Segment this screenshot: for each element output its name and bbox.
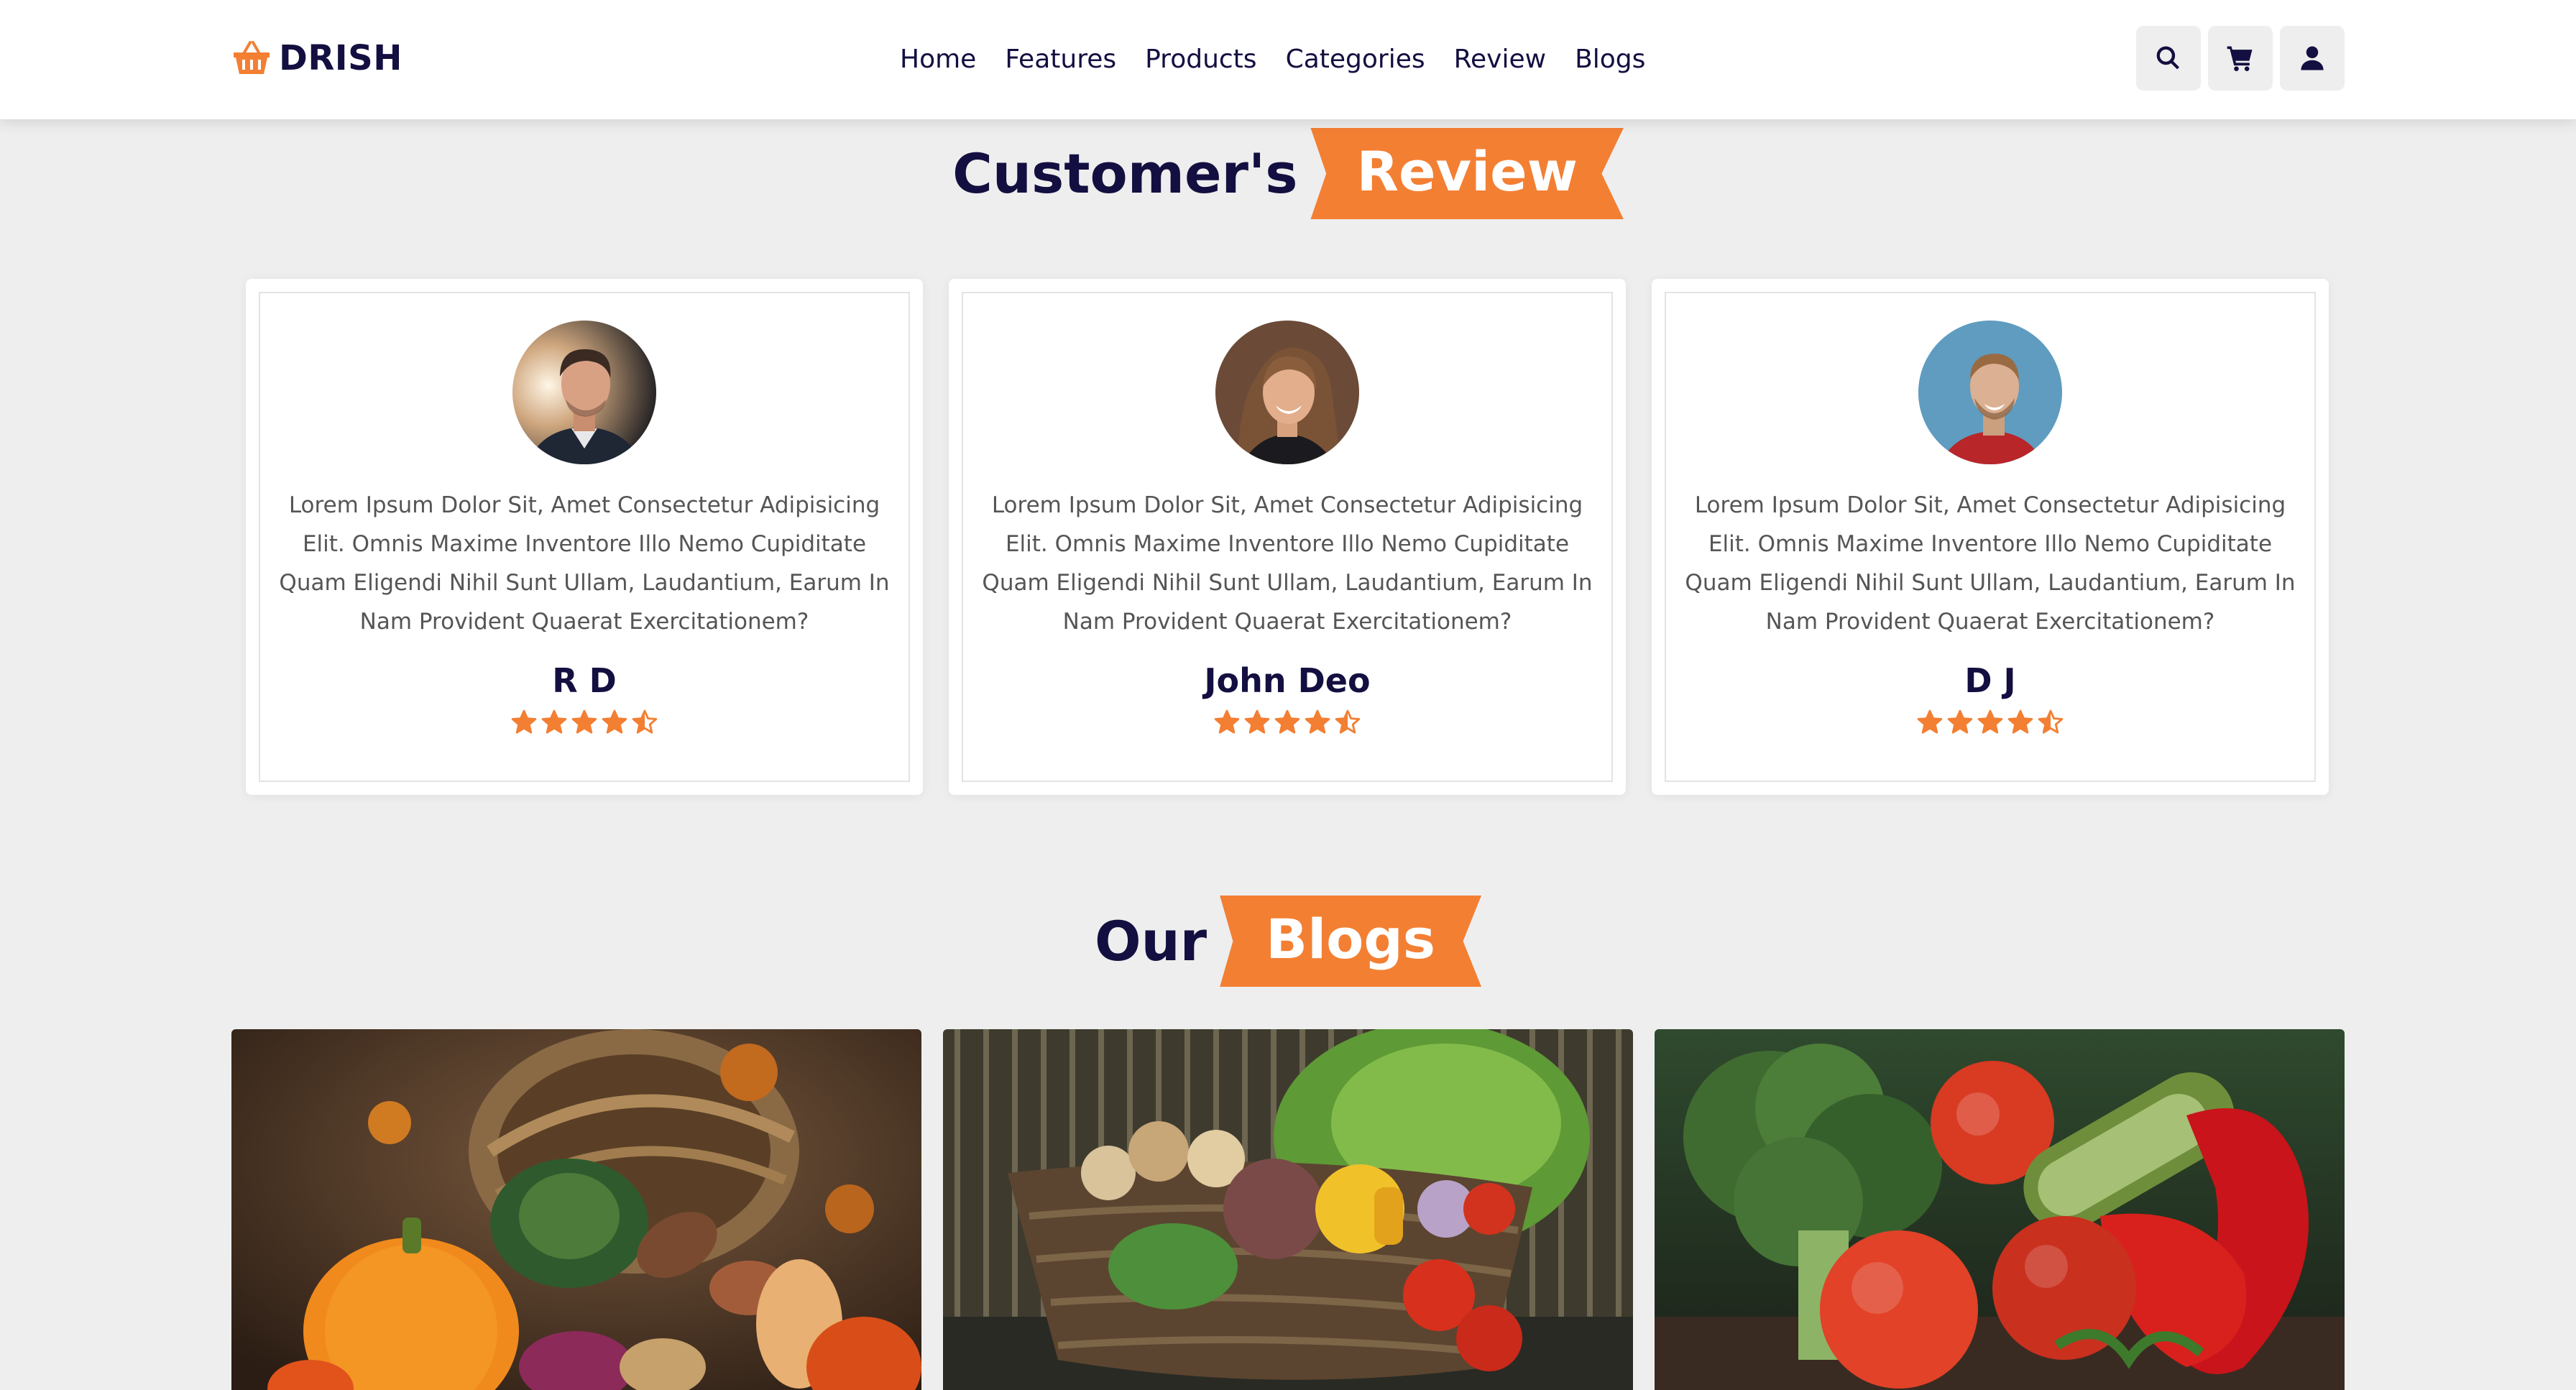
rating-stars — [1916, 709, 2064, 736]
reviews-row: Lorem Ipsum Dolor Sit, Amet Consectetur … — [246, 279, 2329, 795]
review-card: Lorem Ipsum Dolor Sit, Amet Consectetur … — [949, 279, 1626, 795]
star-full-icon — [1977, 709, 2003, 734]
user-button[interactable] — [2280, 26, 2345, 91]
blog-image[interactable] — [231, 1029, 921, 1390]
nav-products[interactable]: Products — [1145, 45, 1256, 74]
star-full-icon — [602, 709, 627, 734]
heading-plain: Our — [1094, 909, 1208, 973]
heading-highlight: Blogs — [1220, 896, 1482, 987]
star-full-icon — [1214, 709, 1240, 734]
logo-link[interactable]: DRISH — [231, 33, 402, 83]
search-icon — [2156, 46, 2180, 70]
review-card: Lorem Ipsum Dolor Sit, Amet Consectetur … — [1652, 279, 2329, 795]
review-card: Lorem Ipsum Dolor Sit, Amet Consectetur … — [246, 279, 923, 795]
star-half-icon — [2038, 709, 2064, 734]
star-full-icon — [511, 709, 537, 734]
rating-stars — [1213, 709, 1361, 736]
reviewer-name: R D — [552, 661, 617, 700]
nav-categories[interactable]: Categories — [1286, 45, 1425, 74]
avatar — [512, 321, 656, 464]
star-full-icon — [2007, 709, 2033, 734]
review-text: Lorem Ipsum Dolor Sit, Amet Consectetur … — [279, 492, 890, 635]
avatar — [1918, 321, 2062, 464]
blog-image[interactable] — [1655, 1029, 2345, 1390]
cart-icon — [2227, 46, 2253, 71]
blog-section-heading: Our Blogs — [0, 896, 2576, 987]
heading-highlight: Review — [1310, 128, 1624, 219]
star-full-icon — [541, 709, 567, 734]
header-icons — [2136, 26, 2345, 91]
star-half-icon — [1335, 709, 1361, 734]
star-half-icon — [632, 709, 658, 734]
rating-stars — [510, 709, 658, 736]
reviewer-name: D J — [1964, 661, 2016, 700]
header: DRISH Home Features Products Categories … — [0, 0, 2576, 119]
star-full-icon — [1305, 709, 1330, 734]
review-section-heading: Customer's Review — [0, 128, 2576, 219]
reviewer-name: John Deo — [1204, 661, 1371, 700]
nav-home[interactable]: Home — [900, 45, 976, 74]
user-icon — [2301, 46, 2324, 70]
review-text: Lorem Ipsum Dolor Sit, Amet Consectetur … — [982, 492, 1593, 635]
star-full-icon — [1244, 709, 1270, 734]
logo-text: DRISH — [279, 38, 402, 78]
nav-features[interactable]: Features — [1005, 45, 1116, 74]
star-full-icon — [1917, 709, 1943, 734]
review-text: Lorem Ipsum Dolor Sit, Amet Consectetur … — [1685, 492, 2296, 635]
star-full-icon — [1947, 709, 1973, 734]
nav-blogs[interactable]: Blogs — [1575, 45, 1645, 74]
main-nav: Home Features Products Categories Review… — [900, 39, 1674, 79]
heading-plain: Customer's — [952, 142, 1298, 206]
star-full-icon — [1274, 709, 1300, 734]
blog-image[interactable] — [943, 1029, 1633, 1390]
star-full-icon — [571, 709, 597, 734]
basket-icon — [234, 41, 270, 74]
nav-review[interactable]: Review — [1454, 45, 1546, 74]
cart-button[interactable] — [2208, 26, 2273, 91]
blogs-row — [231, 1029, 2345, 1390]
avatar — [1215, 321, 1359, 464]
search-button[interactable] — [2136, 26, 2201, 91]
